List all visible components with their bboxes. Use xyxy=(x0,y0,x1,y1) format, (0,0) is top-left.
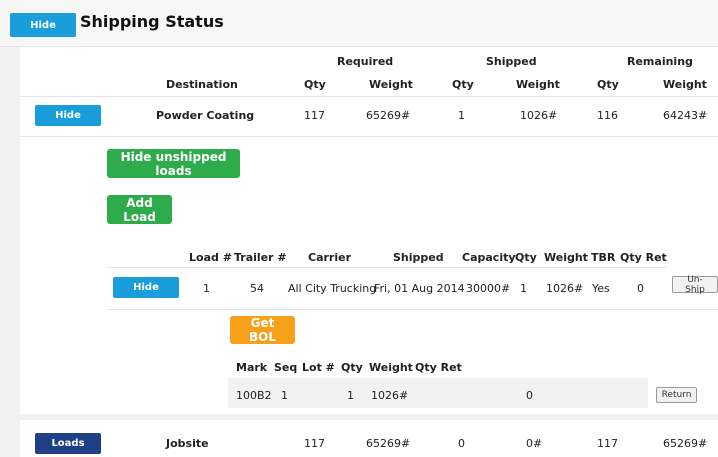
mark-weight: 1026# xyxy=(371,389,409,402)
page-title: Shipping Status xyxy=(80,12,224,31)
rem-qty: 116 xyxy=(597,109,618,122)
un-ship-button[interactable]: Un-Ship xyxy=(672,275,718,295)
col-rem-qty: Qty xyxy=(597,78,619,91)
divider xyxy=(20,96,718,97)
mark-qty: 1 xyxy=(347,389,354,402)
section-separator xyxy=(20,414,718,420)
carrier: All City Trucking xyxy=(288,282,377,295)
col-rem-weight: Weight xyxy=(663,78,707,91)
rem-qty: 117 xyxy=(597,437,618,450)
col-ship-qty: Qty xyxy=(452,78,474,91)
destination-name: Jobsite xyxy=(166,437,209,450)
req-weight: 65269# xyxy=(366,109,411,122)
divider xyxy=(107,267,667,268)
col-mark-qty-ret: Qty Ret xyxy=(415,361,462,374)
col-mark-qty: Qty xyxy=(341,361,363,374)
col-load-no: Load # xyxy=(189,251,232,264)
col-carrier: Carrier xyxy=(308,251,352,264)
load-qty: 1 xyxy=(520,282,527,295)
seq: 1 xyxy=(281,389,288,402)
add-load-button[interactable]: Add Load xyxy=(107,195,172,224)
left-gutter xyxy=(0,47,20,457)
rem-weight: 64243# xyxy=(663,109,708,122)
col-group-required: Required xyxy=(337,55,394,68)
mark: 100B2 xyxy=(236,389,272,402)
hide-shipping-status-button[interactable]: Hide xyxy=(10,13,76,37)
col-shipped: Shipped xyxy=(393,251,444,264)
ship-qty: 0 xyxy=(458,437,465,450)
load-qty-ret: 0 xyxy=(637,282,644,295)
col-mark: Mark xyxy=(236,361,268,374)
ship-weight: 0# xyxy=(526,437,543,450)
mark-row-band xyxy=(228,378,648,408)
divider xyxy=(20,136,718,137)
tbr: Yes xyxy=(592,282,610,295)
col-load-qty-ret: Qty Ret xyxy=(620,251,667,264)
col-req-weight: Weight xyxy=(369,78,413,91)
col-ship-weight: Weight xyxy=(516,78,560,91)
req-qty: 117 xyxy=(304,437,325,450)
col-load-weight: Weight xyxy=(544,251,588,264)
load-no: 1 xyxy=(203,282,210,295)
col-destination: Destination xyxy=(166,78,238,91)
col-mark-weight: Weight xyxy=(369,361,413,374)
capacity: 30000# xyxy=(466,282,511,295)
shipped-date: Fri, 01 Aug 2014 xyxy=(374,282,465,295)
col-tbr: TBR xyxy=(591,251,616,264)
ship-qty: 1 xyxy=(458,109,465,122)
load-weight: 1026# xyxy=(546,282,584,295)
divider xyxy=(107,309,718,310)
col-req-qty: Qty xyxy=(304,78,326,91)
col-group-remaining: Remaining xyxy=(627,55,693,68)
hide-unshipped-loads-button[interactable]: Hide unshipped loads xyxy=(107,149,240,178)
rem-weight: 65269# xyxy=(663,437,708,450)
col-group-shipped: Shipped xyxy=(486,55,537,68)
loads-button[interactable]: Loads xyxy=(35,433,101,454)
col-capacity: Capacity xyxy=(462,251,516,264)
hide-destination-button[interactable]: Hide xyxy=(35,105,101,126)
col-trailer-no: Trailer # xyxy=(234,251,287,264)
col-load-qty: Qty xyxy=(515,251,537,264)
return-button[interactable]: Return xyxy=(656,387,697,403)
trailer-no: 54 xyxy=(250,282,264,295)
ship-weight: 1026# xyxy=(520,109,558,122)
col-seq: Seq xyxy=(274,361,298,374)
mark-qty-ret: 0 xyxy=(526,389,533,402)
hide-load-button[interactable]: Hide xyxy=(113,277,179,298)
destination-name: Powder Coating xyxy=(156,109,255,122)
req-qty: 117 xyxy=(304,109,325,122)
col-lot: Lot # xyxy=(302,361,335,374)
req-weight: 65269# xyxy=(366,437,411,450)
get-bol-button[interactable]: Get BOL xyxy=(230,316,295,344)
